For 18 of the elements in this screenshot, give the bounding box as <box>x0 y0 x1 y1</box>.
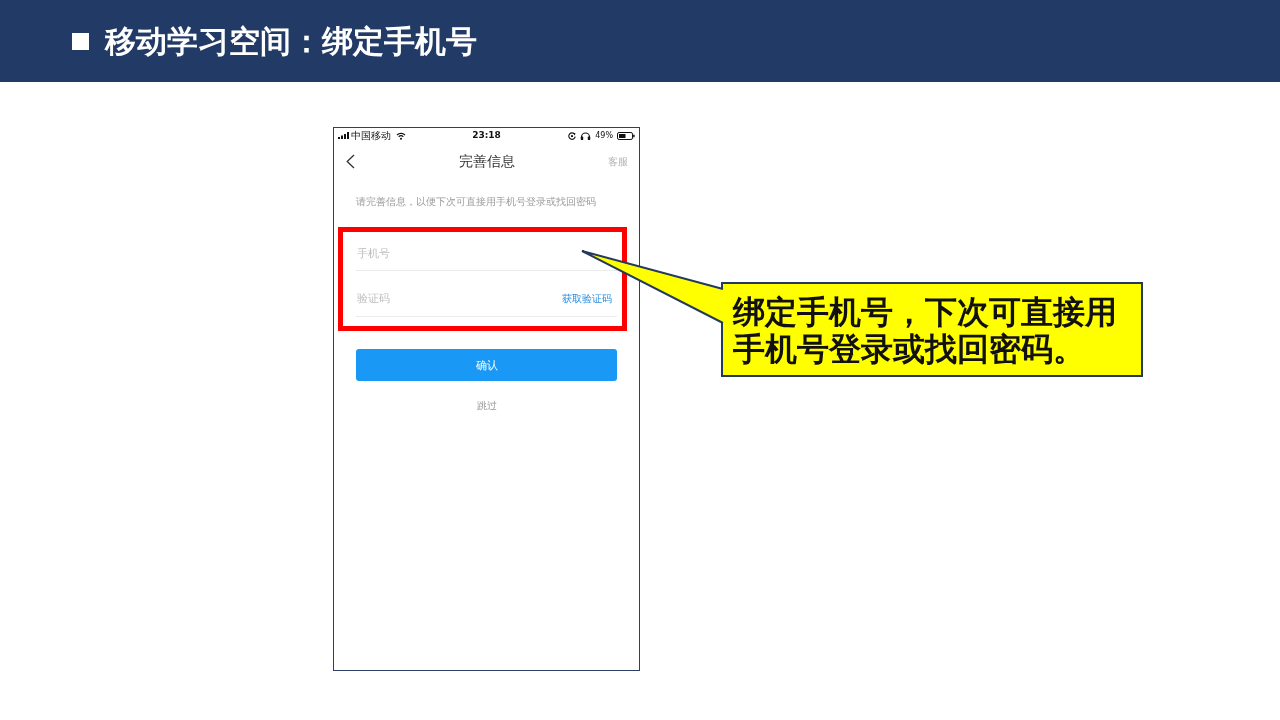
wifi-icon <box>396 131 406 140</box>
headphones-icon <box>580 131 592 140</box>
callout-note: 绑定手机号，下次可直接用手机号登录或找回密码。 <box>721 282 1143 377</box>
signal-icon <box>338 132 349 139</box>
carrier-name: 中国移动 <box>351 129 391 142</box>
confirm-button[interactable]: 确认 <box>356 349 617 381</box>
status-time: 23:18 <box>472 130 501 141</box>
battery-icon <box>617 131 635 140</box>
hint-text: 请完善信息，以便下次可直接用手机号登录或找回密码 <box>355 196 597 208</box>
get-code-link[interactable]: 获取验证码 <box>562 291 612 305</box>
circle-arrow-icon <box>568 131 577 140</box>
page-title: 完善信息 <box>459 152 515 170</box>
skip-link[interactable]: 跳过 <box>476 399 497 412</box>
customer-service-link[interactable]: 客服 <box>608 154 628 168</box>
battery-percent: 49% <box>595 130 613 141</box>
square-bullet-icon <box>72 33 89 50</box>
slide-title: 移动学习空间：绑定手机号 <box>105 22 477 60</box>
back-icon[interactable] <box>346 153 355 169</box>
